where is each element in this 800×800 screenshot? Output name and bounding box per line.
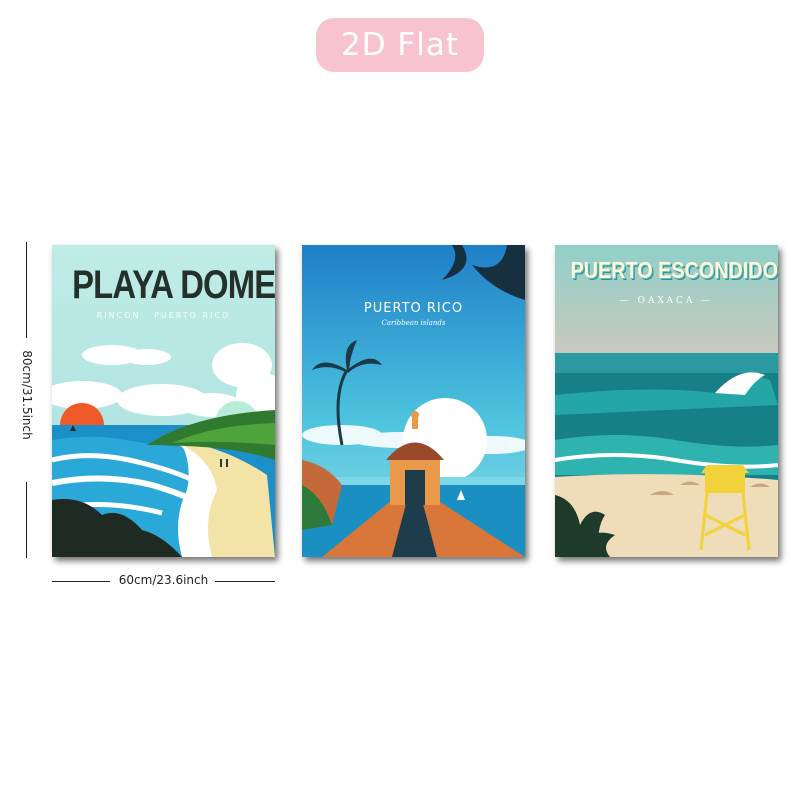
dimension-line bbox=[26, 482, 27, 558]
poster-subtitle: — OAXACA — bbox=[619, 296, 714, 306]
poster-puerto-escondido: PUERTO ESCONDIDO — OAXACA — bbox=[555, 245, 778, 557]
dimension-line bbox=[26, 242, 27, 338]
poster-puerto-rico: PUERTO RICO Caribbean islands bbox=[302, 245, 525, 557]
poster-puerto-rico-art bbox=[302, 245, 525, 557]
poster-subtitle: RINCON · PUERTO RICO bbox=[96, 311, 231, 320]
height-label: 80cm/31.5inch bbox=[20, 350, 34, 440]
poster-subtitle: Caribbean islands bbox=[381, 319, 446, 327]
poster-title: PLAYA DOMES bbox=[72, 263, 275, 307]
poster-title: PUERTO RICO bbox=[363, 301, 464, 316]
width-dimension: 60cm/23.6inch bbox=[52, 572, 275, 592]
width-label: 60cm/23.6inch bbox=[118, 573, 209, 587]
height-dimension: 80cm/31.5inch bbox=[17, 242, 37, 558]
poster-playa-domes: PLAYA DOMES RINCON · PUERTO RICO bbox=[52, 245, 275, 557]
poster-title: PUERTO ESCONDIDO bbox=[570, 257, 778, 283]
style-badge: 2D Flat bbox=[316, 18, 484, 72]
poster-puerto-escondido-art bbox=[555, 245, 778, 557]
